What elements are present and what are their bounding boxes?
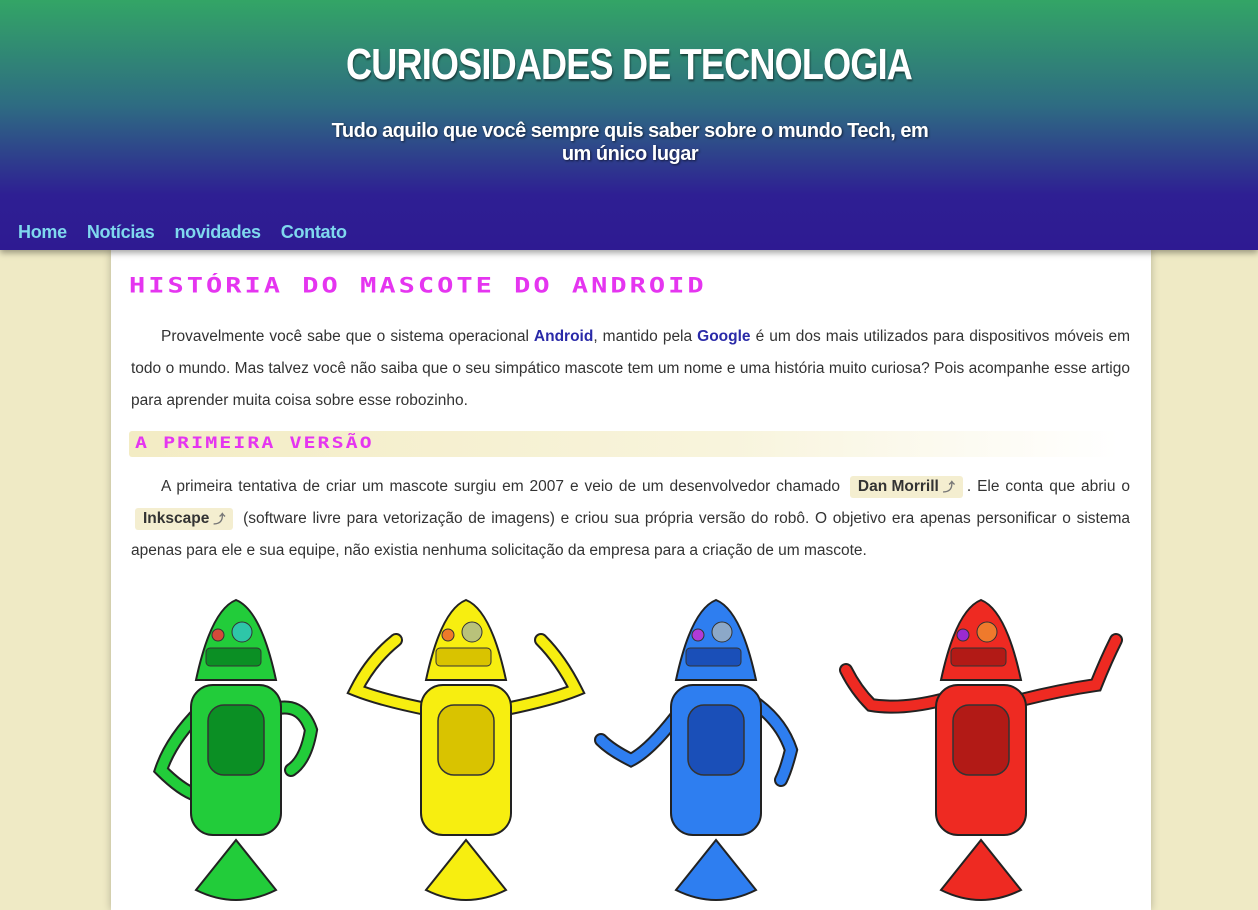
section-heading-bar: A primeira versão [129, 431, 1119, 457]
robot-figure [152, 598, 319, 901]
red-robot-image [839, 598, 1123, 901]
robot-feet [194, 838, 278, 901]
intro-text-2: , mantido pela [593, 328, 698, 345]
nav-contato[interactable]: Contato [281, 222, 347, 243]
robot-feet [424, 838, 508, 901]
nav-novidades[interactable]: novidades [174, 222, 261, 243]
external-link-icon: ⤴ [213, 512, 226, 526]
link-dan-morrill[interactable]: Dan Morrill ⤴ [849, 476, 963, 498]
robot-chest-panel [952, 704, 1010, 776]
site-subtitle: Tudo aquilo que você sempre quis saber s… [331, 120, 929, 165]
robot-visor [205, 647, 262, 667]
green-robot-image [152, 598, 319, 901]
site-title: CURIOSIDADES DE TECNOLOGIA [345, 40, 913, 89]
link-google[interactable]: Google [697, 328, 750, 345]
blue-robot-image [594, 598, 799, 901]
robot-figure [839, 598, 1123, 901]
robot-chest-panel [207, 704, 265, 776]
robot-figure [346, 598, 586, 901]
external-link-icon: ⤴ [942, 480, 955, 494]
link-android[interactable]: Android [534, 328, 593, 345]
robot-figure [594, 598, 799, 901]
robot-eye [461, 621, 483, 643]
section-heading: A primeira versão [135, 433, 374, 453]
robot-eye [956, 628, 970, 642]
robot-eye [211, 628, 225, 642]
intro-text-1: Provavelmente você sabe que o sistema op… [161, 328, 534, 345]
section-paragraph: A primeira tentativa de criar um mascote… [131, 471, 1130, 567]
article-container: História do mascote do Android Provavelm… [111, 250, 1151, 910]
site-header: CURIOSIDADES DE TECNOLOGIA Tudo aquilo q… [0, 0, 1258, 250]
nav-home[interactable]: Home [18, 222, 67, 243]
robot-feet [674, 838, 758, 901]
robot-eye [976, 621, 998, 643]
robot-feet [939, 838, 1023, 901]
robot-chest-panel [687, 704, 745, 776]
robot-eye [711, 621, 733, 643]
android-mascots-image [131, 590, 1131, 910]
section-text-3: (software livre para vetorização de imag… [131, 510, 1130, 559]
link-inkscape-label: Inkscape [143, 510, 210, 527]
section-text-2: . Ele conta que abriu o [966, 478, 1131, 495]
robot-eye [231, 621, 253, 643]
robot-visor [685, 647, 742, 667]
main-nav: Home Notícias novidades Contato [18, 222, 367, 243]
article-title: História do mascote do Android [129, 274, 707, 299]
yellow-robot-image [346, 598, 586, 901]
nav-noticias[interactable]: Notícias [87, 222, 155, 243]
section-text-1: A primeira tentativa de criar um mascote… [161, 478, 846, 495]
link-dan-morrill-label: Dan Morrill [857, 478, 939, 495]
intro-paragraph: Provavelmente você sabe que o sistema op… [131, 321, 1130, 417]
robot-eye [691, 628, 705, 642]
robot-visor [435, 647, 492, 667]
robot-visor [950, 647, 1007, 667]
link-inkscape[interactable]: Inkscape ⤴ [135, 508, 234, 530]
robot-chest-panel [437, 704, 495, 776]
robot-eye [441, 628, 455, 642]
